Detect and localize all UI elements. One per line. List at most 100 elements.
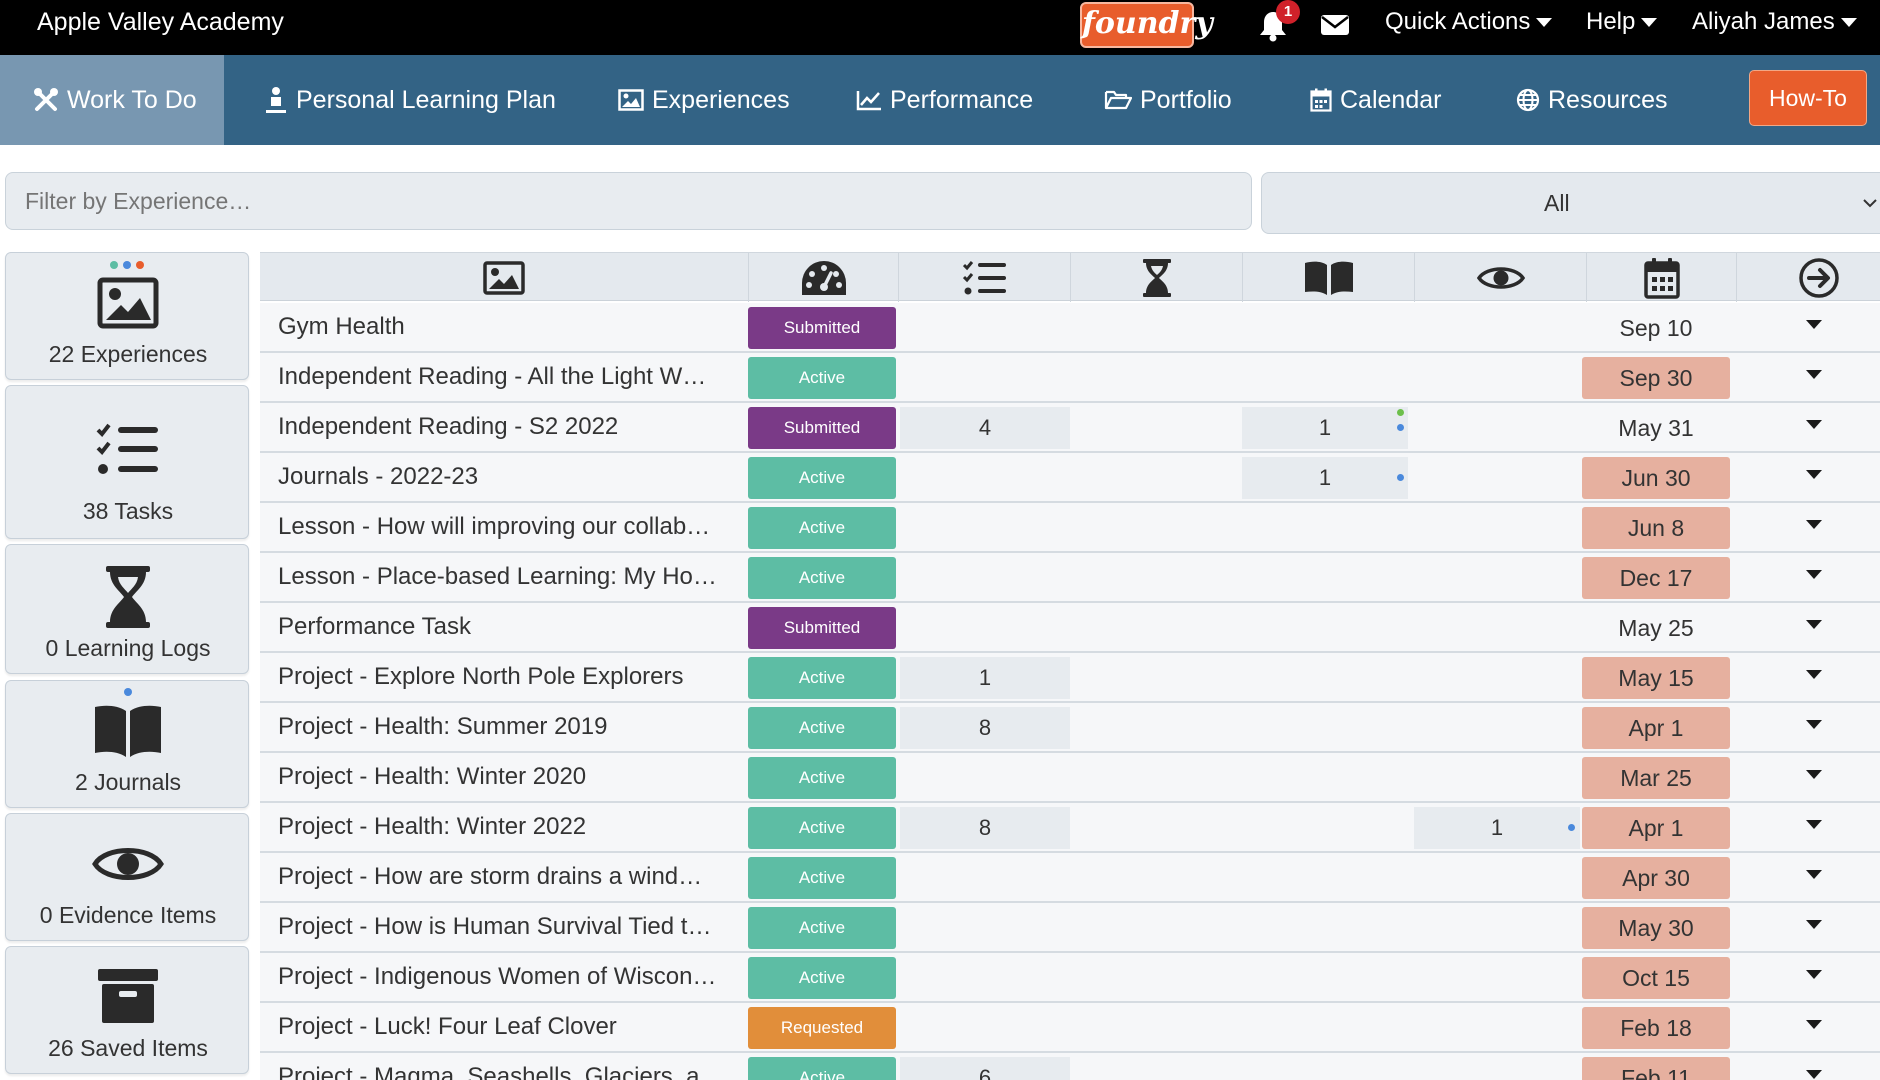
nav-performance[interactable]: Performance [856, 55, 1033, 145]
row-actions-caret-icon[interactable] [1806, 670, 1822, 679]
mail-icon[interactable] [1320, 12, 1350, 38]
row-actions-caret-icon[interactable] [1806, 570, 1822, 579]
sidebar-evidence-card[interactable]: 0 Evidence Items [5, 813, 249, 941]
sidebar-saved-items-card[interactable]: 26 Saved Items [5, 946, 249, 1074]
sidebar-label: 2 Journals [74, 769, 182, 795]
table-row[interactable]: Project - Health: Winter 2020 Active Mar 2… [260, 753, 1880, 803]
column-evidence[interactable] [1414, 253, 1586, 302]
status-badge: Active [748, 957, 896, 999]
sidebar-tasks-card[interactable]: 38 Tasks [5, 385, 249, 539]
row-actions-caret-icon[interactable] [1806, 770, 1822, 779]
table-row[interactable]: Project - Health: Summer 2019 Active 8 Apr … [260, 703, 1880, 753]
nav-work-to-do[interactable]: Work To Do [0, 55, 224, 145]
sidebar-journals-card[interactable]: 2 Journals [5, 680, 249, 808]
table-row[interactable]: Project - Health: Winter 2022 Active 8 1 Apr… [260, 803, 1880, 853]
calendar-icon [1643, 257, 1680, 299]
sidebar-label: 0 Evidence Items [39, 902, 217, 928]
experience-name[interactable]: Project - Health: Summer 2019 [278, 713, 740, 741]
status-badge: Active [748, 807, 896, 849]
experience-name[interactable]: Project - Health: Winter 2020 [278, 763, 740, 791]
chevron-down-icon [1863, 199, 1877, 208]
column-learning-logs[interactable] [1070, 253, 1242, 302]
table-row[interactable]: Performance Task Submitted May 25 [260, 603, 1880, 653]
column-journals[interactable] [1242, 253, 1414, 302]
table-row[interactable]: Lesson - Place-based Learning: My Ho… Act… [260, 553, 1880, 603]
experience-name[interactable]: Lesson - How will improving our collab… [278, 513, 740, 541]
experience-name[interactable]: Project - Indigenous Women of Wiscon… [278, 963, 740, 991]
column-due-date[interactable] [1586, 253, 1736, 302]
tasks-count[interactable]: 6 [900, 1057, 1070, 1080]
user-menu[interactable]: Aliyah James [1692, 8, 1857, 36]
nav-personal-learning-plan[interactable]: Personal Learning Plan [264, 55, 556, 145]
table-row[interactable]: Independent Reading - S2 2022 Submitted 4 1… [260, 403, 1880, 453]
nav-resources[interactable]: Resources [1516, 55, 1668, 145]
tasks-icon [96, 423, 158, 474]
column-tasks[interactable] [898, 253, 1070, 302]
quick-actions-menu[interactable]: Quick Actions [1385, 8, 1553, 36]
row-actions-caret-icon[interactable] [1806, 820, 1822, 829]
sidebar-learning-logs-card[interactable]: 0 Learning Logs [5, 544, 249, 674]
table-row[interactable]: Lesson - How will improving our collab… A… [260, 503, 1880, 553]
experience-name[interactable]: Gym Health [278, 313, 740, 341]
row-actions-caret-icon[interactable] [1806, 470, 1822, 479]
table-row[interactable]: Project - Luck! Four Leaf Clover Requeste… [260, 1003, 1880, 1053]
column-status[interactable] [748, 253, 898, 302]
nav-calendar[interactable]: Calendar [1310, 55, 1441, 145]
hourglass-icon [106, 566, 150, 628]
experience-name[interactable]: Project - Luck! Four Leaf Clover [278, 1013, 740, 1041]
tasks-count[interactable]: 8 [900, 807, 1070, 849]
table-row[interactable]: Independent Reading - All the Light W… Ac… [260, 353, 1880, 403]
row-actions-caret-icon[interactable] [1806, 520, 1822, 529]
tasks-count[interactable]: 4 [900, 407, 1070, 449]
column-experience[interactable] [260, 253, 748, 302]
experience-name[interactable]: Project - How are storm drains a wind… [278, 863, 740, 891]
experience-name[interactable]: Lesson - Place-based Learning: My Ho… [278, 563, 740, 591]
experience-name[interactable]: Project - Explore North Pole Explorers [278, 663, 740, 691]
sidebar-label: 22 Experiences [48, 341, 208, 367]
experience-name[interactable]: Performance Task [278, 613, 740, 641]
experience-name[interactable]: Independent Reading - All the Light W… [278, 363, 740, 391]
foundry-logo[interactable]: foundry [1080, 2, 1213, 48]
nav-portfolio[interactable]: Portfolio [1104, 55, 1232, 145]
how-to-button[interactable]: How-To [1749, 70, 1867, 126]
calendar-icon [1310, 88, 1332, 112]
experience-name[interactable]: Independent Reading - S2 2022 [278, 413, 740, 441]
status-badge: Submitted [748, 407, 896, 449]
table-row[interactable]: Gym Health Submitted Sep 10 [260, 303, 1880, 353]
experience-name[interactable]: Project - Health: Winter 2022 [278, 813, 740, 841]
sidebar-experiences-card[interactable]: 22 Experiences [5, 252, 249, 380]
column-actions[interactable] [1736, 253, 1880, 302]
row-actions-caret-icon[interactable] [1806, 320, 1822, 329]
school-name[interactable]: Apple Valley Academy [37, 8, 284, 36]
table-row[interactable]: Project - Indigenous Women of Wiscon… Act… [260, 953, 1880, 1003]
table-row[interactable]: Project - Magma, Seashells, Glaciers, a…… [260, 1053, 1880, 1080]
row-actions-caret-icon[interactable] [1806, 420, 1822, 429]
journals-count[interactable]: 1 [1242, 457, 1408, 499]
evidence-count[interactable]: 1 [1414, 807, 1580, 849]
row-actions-caret-icon[interactable] [1806, 720, 1822, 729]
row-actions-caret-icon[interactable] [1806, 370, 1822, 379]
row-actions-caret-icon[interactable] [1806, 620, 1822, 629]
table-row[interactable]: Journals - 2022-23 Active 1 Jun 30 [260, 453, 1880, 503]
table-row[interactable]: Project - Explore North Pole Explorers Ac… [260, 653, 1880, 703]
experience-filter-input[interactable] [5, 172, 1252, 230]
experience-name[interactable]: Project - How is Human Survival Tied t… [278, 913, 740, 941]
help-menu[interactable]: Help [1586, 8, 1658, 36]
row-actions-caret-icon[interactable] [1806, 970, 1822, 979]
experience-name[interactable]: Project - Magma, Seashells, Glaciers, a… [278, 1063, 740, 1080]
tasks-count[interactable]: 1 [900, 657, 1070, 699]
nav-label: Experiences [652, 85, 790, 114]
row-actions-caret-icon[interactable] [1806, 920, 1822, 929]
due-date: Sep 10 [1619, 314, 1693, 341]
status-filter-select[interactable]: All [1261, 172, 1880, 234]
nav-experiences[interactable]: Experiences [618, 55, 790, 145]
table-row[interactable]: Project - How is Human Survival Tied t… A… [260, 903, 1880, 953]
tasks-count[interactable]: 8 [900, 707, 1070, 749]
row-actions-caret-icon[interactable] [1806, 1070, 1822, 1079]
due-date: May 15 [1582, 657, 1730, 699]
journals-count[interactable]: 1 [1242, 407, 1408, 449]
table-row[interactable]: Project - How are storm drains a wind… Ac… [260, 853, 1880, 903]
row-actions-caret-icon[interactable] [1806, 1020, 1822, 1029]
row-actions-caret-icon[interactable] [1806, 870, 1822, 879]
experience-name[interactable]: Journals - 2022-23 [278, 463, 740, 491]
